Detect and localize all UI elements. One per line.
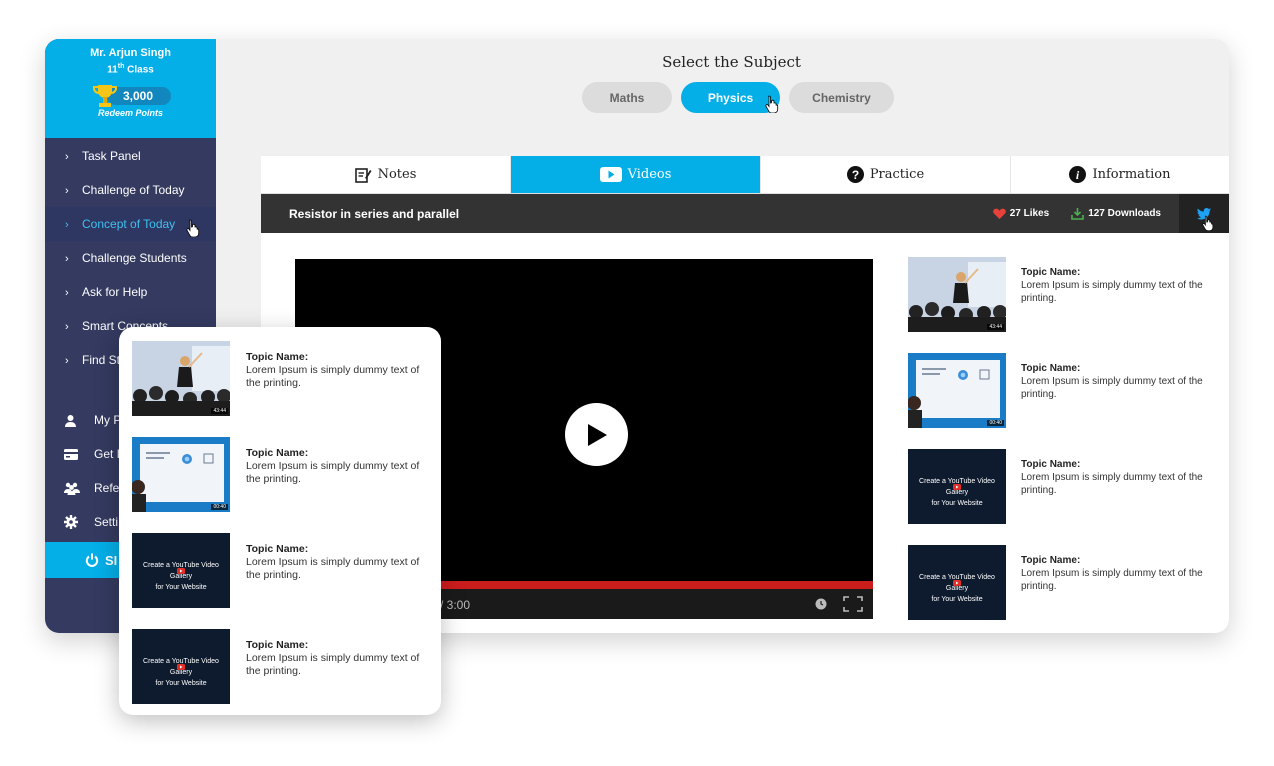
play-icon xyxy=(587,423,607,446)
user-name: Mr. Arjun Singh xyxy=(90,47,171,59)
user-icon xyxy=(64,414,94,427)
video-description: Topic Name: Lorem Ipsum is simply dummy … xyxy=(1021,267,1203,304)
hand-cursor-icon xyxy=(1202,215,1214,231)
play-button[interactable] xyxy=(565,403,628,466)
power-icon xyxy=(85,553,99,567)
list-item[interactable]: Create a YouTube Video Gallery for Your … xyxy=(908,545,1218,633)
list-item[interactable]: 43:44 Topic Name: Lorem Ipsum is simply … xyxy=(132,341,441,437)
sidebar-item-concept-of-today[interactable]: › Concept of Today xyxy=(45,207,216,241)
downloads-button[interactable]: 127 Downloads xyxy=(1071,207,1161,220)
question-icon: ? xyxy=(846,166,864,183)
hand-cursor-icon xyxy=(765,95,779,113)
tab-videos[interactable]: Videos xyxy=(511,156,761,193)
video-thumbnail[interactable]: Create a YouTube Video Gallery for Your … xyxy=(908,449,1006,524)
slide-thumbnail-image xyxy=(132,437,230,512)
video-description: Topic Name: Lorem Ipsum is simply dummy … xyxy=(246,543,420,581)
youtube-icon xyxy=(177,664,185,670)
tab-practice[interactable]: ? Practice xyxy=(761,156,1011,193)
video-duration: 43:44 xyxy=(211,408,228,414)
youtube-icon xyxy=(177,568,185,574)
sidebar-item-challenge-students[interactable]: › Challenge Students xyxy=(45,241,216,275)
notes-icon xyxy=(354,167,372,183)
trophy-icon xyxy=(92,85,118,108)
video-thumbnail[interactable]: Create a YouTube Video Gallery for Your … xyxy=(908,545,1006,620)
clock-icon[interactable] xyxy=(815,598,827,610)
sidebar-item-ask-for-help[interactable]: › Ask for Help xyxy=(45,275,216,309)
video-icon xyxy=(599,167,622,182)
video-description: Topic Name: Lorem Ipsum is simply dummy … xyxy=(1021,555,1203,592)
download-icon xyxy=(1071,207,1084,220)
lecture-thumbnail-image xyxy=(908,257,1006,332)
chevron-right-icon: › xyxy=(65,253,69,265)
subject-selector: Maths Physics Chemistry xyxy=(582,82,894,113)
subject-maths-button[interactable]: Maths xyxy=(582,82,672,113)
gear-icon xyxy=(64,515,94,529)
video-description: Topic Name: Lorem Ipsum is simply dummy … xyxy=(246,639,420,677)
video-thumbnail[interactable]: Create a YouTube Video Gallery for Your … xyxy=(132,629,230,704)
sidebar-item-task-panel[interactable]: › Task Panel xyxy=(45,139,216,173)
list-item[interactable]: 00:40 Topic Name: Lorem Ipsum is simply … xyxy=(908,353,1218,449)
youtube-icon xyxy=(953,484,961,490)
video-thumbnail[interactable]: 43:44 xyxy=(132,341,230,416)
list-item[interactable]: 00:40 Topic Name: Lorem Ipsum is simply … xyxy=(132,437,441,533)
chevron-right-icon: › xyxy=(65,355,69,367)
video-title-bar: Resistor in series and parallel 27 Likes… xyxy=(261,194,1229,233)
points-row[interactable]: 3,000 xyxy=(45,85,216,108)
video-thumbnail[interactable]: 00:40 xyxy=(132,437,230,512)
video-description: Topic Name: Lorem Ipsum is simply dummy … xyxy=(1021,363,1203,400)
video-description: Topic Name: Lorem Ipsum is simply dummy … xyxy=(246,447,420,485)
video-description: Topic Name: Lorem Ipsum is simply dummy … xyxy=(246,351,420,389)
profile-card: Mr. Arjun Singh 11th Class 3,000 Redeem … xyxy=(45,39,216,138)
list-item[interactable]: 43:44 Topic Name: Lorem Ipsum is simply … xyxy=(908,257,1218,353)
svg-text:?: ? xyxy=(852,168,859,182)
video-title: Resistor in series and parallel xyxy=(289,206,460,221)
list-item[interactable]: Create a YouTube Video Gallery for Your … xyxy=(132,629,441,725)
list-item[interactable]: Create a YouTube Video Gallery for Your … xyxy=(908,449,1218,545)
video-duration: 43:44 xyxy=(987,324,1004,330)
video-duration: 00:40 xyxy=(987,420,1004,426)
chevron-right-icon: › xyxy=(65,287,69,299)
sidebar-item-challenge-of-today[interactable]: › Challenge of Today xyxy=(45,173,216,207)
subject-chemistry-button[interactable]: Chemistry xyxy=(789,82,894,113)
chevron-right-icon: › xyxy=(65,219,69,231)
list-item[interactable]: Create a YouTube Video Gallery for Your … xyxy=(132,533,441,629)
card-icon xyxy=(64,448,94,460)
video-list-popup-card: 43:44 Topic Name: Lorem Ipsum is simply … xyxy=(119,327,441,715)
video-duration: 00:40 xyxy=(211,504,228,510)
video-meta: 27 Likes 127 Downloads xyxy=(992,207,1161,220)
video-list: 43:44 Topic Name: Lorem Ipsum is simply … xyxy=(908,257,1218,633)
subject-title: Select the Subject xyxy=(662,53,801,71)
fullscreen-icon[interactable] xyxy=(843,596,863,612)
tab-information[interactable]: i Information xyxy=(1011,156,1229,193)
chevron-right-icon: › xyxy=(65,151,69,163)
hand-cursor-icon xyxy=(186,219,200,237)
video-thumbnail[interactable]: 43:44 xyxy=(908,257,1006,332)
lecture-thumbnail-image xyxy=(132,341,230,416)
info-icon: i xyxy=(1069,166,1087,183)
group-icon xyxy=(64,482,94,495)
slide-thumbnail-image xyxy=(908,353,1006,428)
video-description: Topic Name: Lorem Ipsum is simply dummy … xyxy=(1021,459,1203,496)
twitter-share-button[interactable] xyxy=(1179,194,1229,233)
user-class: 11th Class xyxy=(107,63,154,76)
chevron-right-icon: › xyxy=(65,185,69,197)
chevron-right-icon: › xyxy=(65,321,69,333)
heart-icon xyxy=(992,208,1006,219)
likes-button[interactable]: 27 Likes xyxy=(992,208,1049,219)
subject-physics-button[interactable]: Physics xyxy=(681,82,780,113)
video-thumbnail[interactable]: 00:40 xyxy=(908,353,1006,428)
content-tabs: Notes Videos ? Practice i Information xyxy=(261,156,1229,194)
youtube-icon xyxy=(953,580,961,586)
video-thumbnail[interactable]: Create a YouTube Video Gallery for Your … xyxy=(132,533,230,608)
video-time: / 3:00 xyxy=(440,598,471,612)
redeem-points-link[interactable]: Redeem Points xyxy=(45,108,216,118)
tab-notes[interactable]: Notes xyxy=(261,156,511,193)
